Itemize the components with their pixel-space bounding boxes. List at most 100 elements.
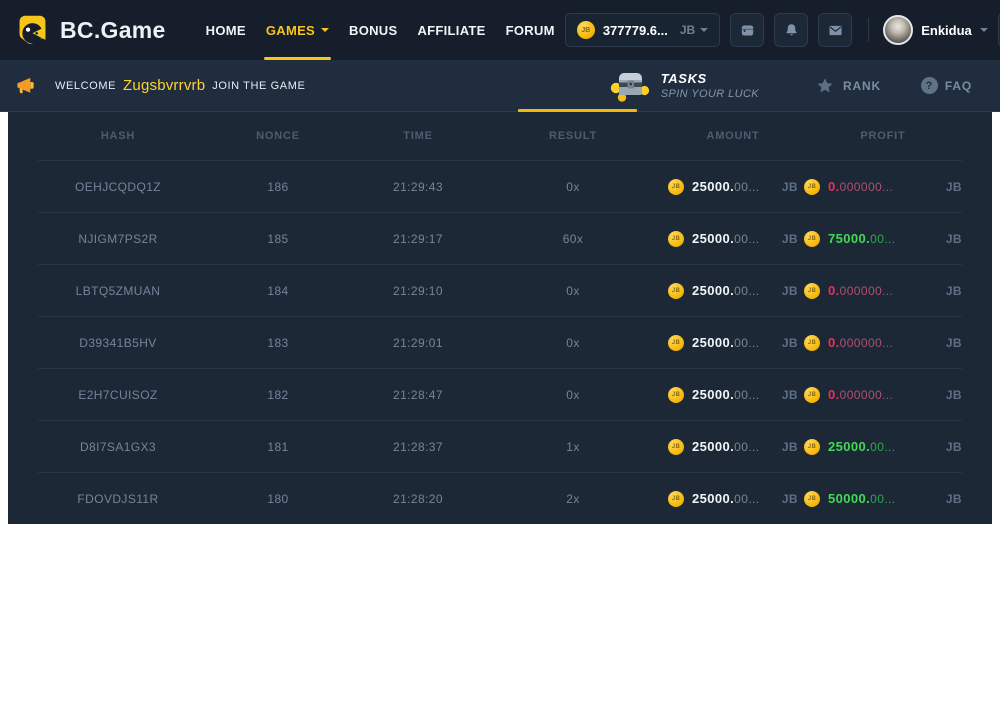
bet-time: 21:29:17: [358, 232, 478, 246]
amount-currency: JB: [782, 284, 798, 298]
bet-time: 21:29:10: [358, 284, 478, 298]
profit-value: 0.000000...: [828, 387, 940, 402]
messages-button[interactable]: [818, 13, 852, 47]
bet-row[interactable]: FDOVDJS11R 180 21:28:20 2x JB 25000.00..…: [38, 472, 962, 524]
nav-games[interactable]: GAMES: [256, 0, 339, 60]
bet-profit: JB 75000.00... JB: [798, 231, 962, 247]
coin-icon: JB: [804, 491, 820, 507]
mail-icon: [827, 22, 844, 39]
coin-icon: JB: [668, 491, 684, 507]
profit-currency: JB: [946, 232, 962, 246]
profit-currency: JB: [946, 492, 962, 506]
welcome-username: Zugsbvrrvrb: [123, 77, 205, 94]
bet-hash: OEHJCQDQ1Z: [38, 180, 198, 194]
user-menu[interactable]: Enkidua: [883, 15, 988, 45]
chevron-down-icon: [321, 28, 329, 32]
bet-hash: D8I7SA1GX3: [38, 440, 198, 454]
coin-icon: JB: [668, 179, 684, 195]
profit-currency: JB: [946, 440, 962, 454]
bet-hash: E2H7CUISOZ: [38, 388, 198, 402]
notifications-button[interactable]: [774, 13, 808, 47]
wallet-button[interactable]: [730, 13, 764, 47]
coin-icon: JB: [804, 387, 820, 403]
bet-profit: JB 50000.00... JB: [798, 491, 962, 507]
bet-profit: JB 0.000000... JB: [798, 179, 962, 195]
profit-currency: JB: [946, 284, 962, 298]
bet-result: 2x: [478, 492, 668, 506]
bet-row[interactable]: NJIGM7PS2R 185 21:29:17 60x JB 25000.00.…: [38, 212, 962, 264]
faq-label: FAQ: [945, 79, 972, 93]
coin-icon: JB: [804, 231, 820, 247]
tasks-title: TASKS: [661, 71, 759, 86]
bet-result: 0x: [478, 388, 668, 402]
navbar-right: JB 377779.6... JB: [565, 12, 1000, 48]
header-result: RESULT: [478, 130, 668, 142]
chevron-down-icon: [700, 28, 708, 32]
header-amount: AMOUNT: [668, 130, 798, 142]
amount-currency: JB: [782, 388, 798, 402]
bets-table-body: OEHJCQDQ1Z 186 21:29:43 0x JB 25000.00..…: [8, 160, 992, 524]
header-nonce: NONCE: [198, 130, 358, 142]
nav-forum[interactable]: FORUM: [496, 0, 565, 60]
bet-amount: JB 25000.00... JB: [668, 439, 798, 455]
profit-value: 0.000000...: [828, 179, 940, 194]
bet-hash: LBTQ5ZMUAN: [38, 284, 198, 298]
bet-result: 0x: [478, 284, 668, 298]
bet-row[interactable]: OEHJCQDQ1Z 186 21:29:43 0x JB 25000.00..…: [38, 160, 962, 212]
nav-bonus[interactable]: BONUS: [339, 0, 407, 60]
bet-result: 60x: [478, 232, 668, 246]
bcgame-logo[interactable]: BC.Game: [14, 12, 166, 49]
bet-result: 0x: [478, 180, 668, 194]
avatar: [883, 15, 913, 45]
bet-time: 21:29:43: [358, 180, 478, 194]
balance-selector[interactable]: JB 377779.6... JB: [565, 13, 720, 47]
header-time: TIME: [358, 130, 478, 142]
header-hash: HASH: [38, 130, 198, 142]
username: Enkidua: [921, 23, 972, 38]
bets-table-header: HASH NONCE TIME RESULT AMOUNT PROFIT: [8, 112, 992, 160]
coin-icon: JB: [804, 179, 820, 195]
welcome-suffix: JOIN THE GAME: [212, 80, 305, 92]
bet-hash: FDOVDJS11R: [38, 492, 198, 506]
bet-row[interactable]: E2H7CUISOZ 182 21:28:47 0x JB 25000.00..…: [38, 368, 962, 420]
nav-affiliate[interactable]: AFFILIATE: [407, 0, 495, 60]
coin-icon: JB: [804, 439, 820, 455]
header-profit: PROFIT: [798, 130, 962, 142]
bet-row[interactable]: D39341B5HV 183 21:29:01 0x JB 25000.00..…: [38, 316, 962, 368]
active-tab-indicator: [518, 109, 637, 112]
profit-value: 50000.00...: [828, 491, 940, 506]
bet-amount: JB 25000.00... JB: [668, 283, 798, 299]
balance-amount: 377779.6...: [603, 23, 668, 38]
coin-icon: JB: [668, 231, 684, 247]
profit-value: 25000.00...: [828, 439, 940, 454]
bet-row[interactable]: LBTQ5ZMUAN 184 21:29:10 0x JB 25000.00..…: [38, 264, 962, 316]
bet-amount: JB 25000.00... JB: [668, 231, 798, 247]
bet-amount: JB 25000.00... JB: [668, 179, 798, 195]
nav-home[interactable]: HOME: [196, 0, 256, 60]
wallet-icon: [739, 22, 756, 39]
welcome-prefix: WELCOME: [55, 80, 116, 92]
faq-button[interactable]: ? FAQ: [921, 77, 972, 94]
amount-currency: JB: [782, 232, 798, 246]
jb-coin-icon: JB: [577, 21, 595, 39]
balance-currency-label: JB: [680, 23, 695, 37]
bcgame-logo-icon: [14, 12, 51, 49]
amount-currency: JB: [782, 180, 798, 194]
rank-button[interactable]: RANK: [815, 76, 881, 96]
bet-time: 21:29:01: [358, 336, 478, 350]
bet-row[interactable]: D8I7SA1GX3 181 21:28:37 1x JB 25000.00..…: [38, 420, 962, 472]
profit-value: 0.000000...: [828, 335, 940, 350]
bet-nonce: 183: [198, 336, 358, 350]
profit-value: 75000.00...: [828, 231, 940, 246]
bet-amount: JB 25000.00... JB: [668, 335, 798, 351]
coin-icon: JB: [668, 387, 684, 403]
bet-amount: JB 25000.00... JB: [668, 491, 798, 507]
tasks-subtitle: SPIN YOUR LUCK: [661, 88, 759, 100]
coin-icon: JB: [668, 283, 684, 299]
bet-amount: JB 25000.00... JB: [668, 387, 798, 403]
megaphone-icon: [14, 74, 37, 97]
bet-result: 0x: [478, 336, 668, 350]
amount-currency: JB: [782, 492, 798, 506]
tasks-widget[interactable]: TASKS SPIN YOUR LUCK: [609, 68, 759, 104]
bet-nonce: 181: [198, 440, 358, 454]
